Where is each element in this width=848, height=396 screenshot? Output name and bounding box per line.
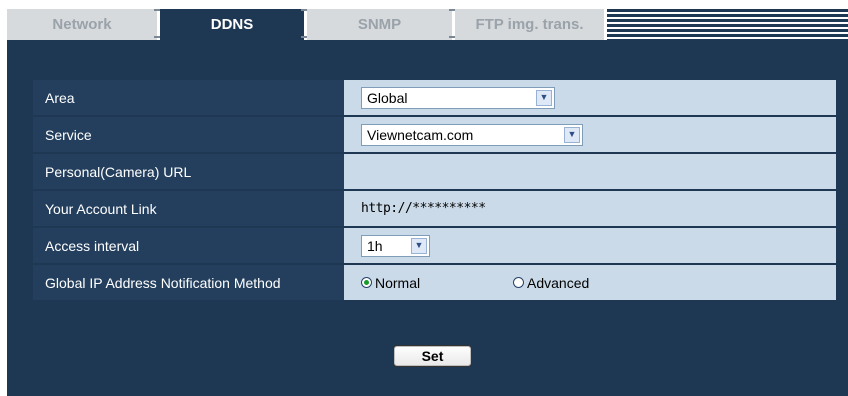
chevron-down-icon: ▼	[564, 126, 580, 143]
account-link-row: Your Account Link http://**********	[33, 191, 836, 228]
account-link-value-cell: http://**********	[344, 191, 836, 226]
notification-row: Global IP Address Notification Method No…	[33, 265, 836, 300]
tab-bar-filler	[604, 9, 848, 40]
account-link-label: Your Account Link	[33, 191, 344, 226]
service-select[interactable]: Viewnetcam.com ▼	[361, 123, 583, 146]
settings-panel: Area Global ▼ Service Viewnetcam.com ▼ P…	[7, 40, 848, 396]
radio-advanced[interactable]: Advanced	[513, 275, 589, 291]
access-interval-select[interactable]: 1h ▼	[361, 234, 430, 257]
access-interval-row: Access interval 1h ▼	[33, 228, 836, 265]
area-label: Area	[33, 80, 344, 115]
access-interval-label: Access interval	[33, 228, 344, 263]
area-select-value: Global	[367, 89, 408, 106]
area-select[interactable]: Global ▼	[361, 86, 555, 109]
service-row: Service Viewnetcam.com ▼	[33, 117, 836, 154]
notification-radio-group: Normal Advanced	[361, 275, 589, 291]
tab-ddns-label: DDNS	[210, 16, 254, 33]
personal-url-label: Personal(Camera) URL	[33, 154, 344, 189]
radio-selected-icon	[361, 277, 372, 288]
service-select-value: Viewnetcam.com	[367, 126, 474, 143]
personal-url-row: Personal(Camera) URL	[33, 154, 836, 191]
ddns-form: Area Global ▼ Service Viewnetcam.com ▼ P…	[33, 80, 836, 300]
tab-bar: Network DDNS SNMP FTP img. trans.	[0, 0, 848, 40]
radio-unselected-icon	[513, 277, 524, 288]
notification-value-cell: Normal Advanced	[344, 265, 836, 300]
access-interval-value-cell: 1h ▼	[344, 228, 836, 263]
area-value-cell: Global ▼	[344, 80, 836, 115]
chevron-down-icon: ▼	[411, 237, 427, 254]
tab-ftp-label: FTP img. trans.	[475, 16, 584, 33]
radio-advanced-label: Advanced	[527, 274, 590, 291]
notification-label: Global IP Address Notification Method	[33, 265, 344, 300]
set-button[interactable]: Set	[393, 345, 472, 367]
area-row: Area Global ▼	[33, 80, 836, 117]
tab-snmp[interactable]: SNMP	[307, 9, 452, 40]
chevron-down-icon: ▼	[536, 89, 552, 106]
tab-network[interactable]: Network	[7, 9, 157, 40]
personal-url-value	[344, 154, 836, 189]
account-link-url[interactable]: http://**********	[361, 201, 486, 216]
tab-snmp-label: SNMP	[357, 16, 402, 33]
service-label: Service	[33, 117, 344, 152]
access-interval-select-value: 1h	[367, 237, 383, 254]
service-value-cell: Viewnetcam.com ▼	[344, 117, 836, 152]
tab-ddns[interactable]: DDNS	[160, 9, 304, 40]
tab-ftp-img-trans[interactable]: FTP img. trans.	[455, 9, 604, 40]
radio-normal[interactable]: Normal	[361, 275, 513, 291]
tab-network-label: Network	[52, 16, 112, 33]
radio-normal-label: Normal	[375, 274, 421, 291]
